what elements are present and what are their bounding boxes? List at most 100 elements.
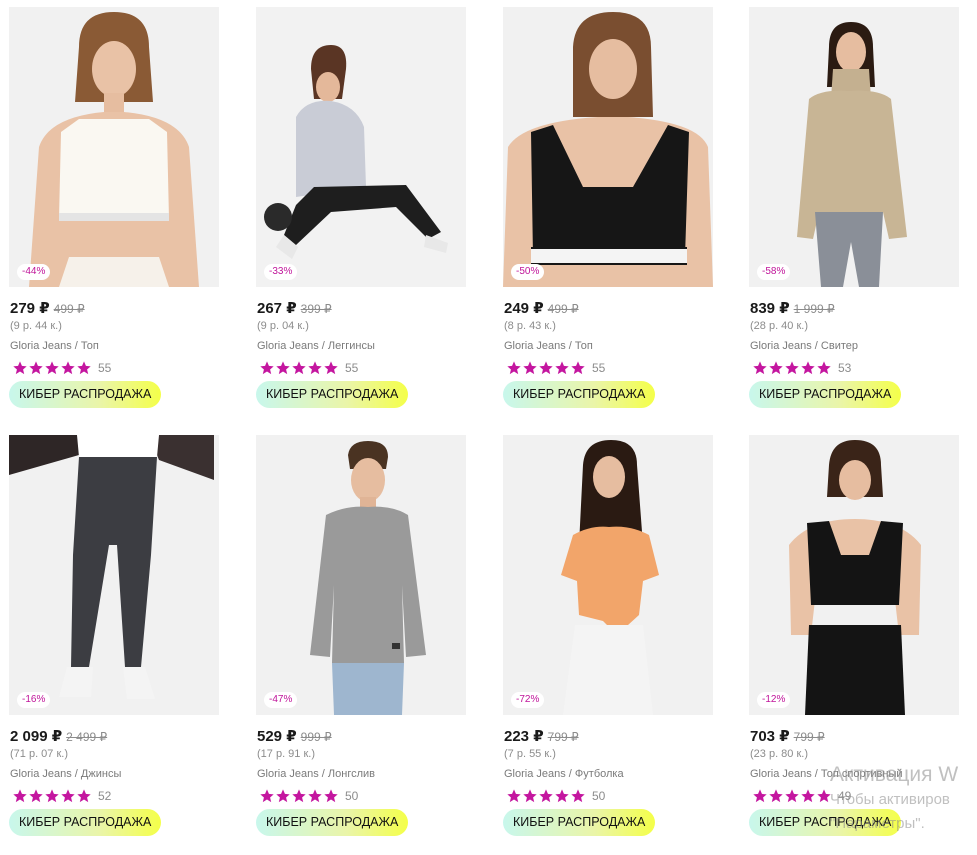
review-count: 53	[838, 361, 852, 375]
product-card[interactable]: -58% 839 ₽1 999 ₽ (28 р. 40 к.) Gloria J…	[749, 7, 963, 427]
cyber-sale-badge[interactable]: КИБЕР РАСПРОДАЖА	[9, 809, 162, 836]
star-icon	[307, 360, 323, 376]
product-card[interactable]: -72% 223 ₽799 ₽ (7 р. 55 к.) Gloria Jean…	[503, 435, 717, 855]
product-name[interactable]: Gloria Jeans / Футболка	[504, 768, 624, 780]
price-row: 223 ₽799 ₽	[504, 727, 579, 746]
star-icon	[28, 788, 44, 804]
old-price: 999 ₽	[300, 730, 332, 744]
star-icon	[76, 788, 92, 804]
product-card[interactable]: -33% 267 ₽399 ₽ (9 р. 04 к.) Gloria Jean…	[256, 7, 470, 427]
discount-badge: -44%	[17, 264, 51, 280]
star-icon	[307, 788, 323, 804]
product-image[interactable]: -12%	[749, 435, 959, 715]
star-icon	[816, 360, 832, 376]
star-icon	[816, 788, 832, 804]
product-card[interactable]: -16% 2 099 ₽2 499 ₽ (71 р. 07 к.) Gloria…	[9, 435, 223, 855]
product-image[interactable]: -16%	[9, 435, 219, 715]
price-row: 703 ₽799 ₽	[750, 727, 825, 746]
star-icon	[28, 360, 44, 376]
product-name[interactable]: Gloria Jeans / Свитер	[750, 340, 858, 352]
product-grid: -44% 279 ₽499 ₽ (9 р. 44 к.) Gloria Jean…	[0, 0, 977, 846]
product-name[interactable]: Gloria Jeans / Лонгслив	[257, 768, 375, 780]
old-price: 499 ₽	[547, 302, 579, 316]
product-photo-jeans	[9, 435, 219, 715]
product-photo-leggings	[256, 7, 466, 287]
cyber-sale-badge[interactable]: КИБЕР РАСПРОДАЖА	[749, 809, 902, 836]
discount-badge: -58%	[757, 264, 791, 280]
star-icon	[538, 788, 554, 804]
product-image[interactable]: -47%	[256, 435, 466, 715]
discount-badge: -16%	[17, 692, 51, 708]
price-row: 839 ₽1 999 ₽	[750, 299, 835, 318]
discount-badge: -33%	[264, 264, 298, 280]
product-name[interactable]: Gloria Jeans / Топ	[10, 340, 99, 352]
installment-price: (23 р. 80 к.)	[750, 748, 809, 760]
product-photo-sport-top	[749, 435, 959, 715]
price: 2 099 ₽	[10, 728, 63, 745]
installment-price: (9 р. 44 к.)	[10, 320, 62, 332]
review-count: 55	[592, 361, 606, 375]
installment-price: (28 р. 40 к.)	[750, 320, 809, 332]
star-icon	[44, 788, 60, 804]
price-row: 267 ₽399 ₽	[257, 299, 332, 318]
star-icon	[752, 788, 768, 804]
price: 279 ₽	[10, 300, 50, 317]
star-icon	[44, 360, 60, 376]
product-card[interactable]: -12% 703 ₽799 ₽ (23 р. 80 к.) Gloria Jea…	[749, 435, 963, 855]
review-count: 55	[98, 361, 112, 375]
product-image[interactable]: -50%	[503, 7, 713, 287]
discount-badge: -47%	[264, 692, 298, 708]
star-icon	[554, 788, 570, 804]
rating: 55	[259, 359, 358, 377]
product-image[interactable]: -72%	[503, 435, 713, 715]
old-price: 1 999 ₽	[793, 302, 835, 316]
star-icon	[538, 360, 554, 376]
cyber-sale-badge[interactable]: КИБЕР РАСПРОДАЖА	[503, 809, 656, 836]
product-card[interactable]: -47% 529 ₽999 ₽ (17 р. 91 к.) Gloria Jea…	[256, 435, 470, 855]
product-photo-tshirt	[503, 435, 713, 715]
cyber-sale-badge[interactable]: КИБЕР РАСПРОДАЖА	[749, 381, 902, 408]
product-card[interactable]: -44% 279 ₽499 ₽ (9 р. 44 к.) Gloria Jean…	[9, 7, 223, 427]
star-icon	[800, 360, 816, 376]
price: 839 ₽	[750, 300, 790, 317]
cyber-sale-badge[interactable]: КИБЕР РАСПРОДАЖА	[9, 381, 162, 408]
star-icon	[275, 788, 291, 804]
rating: 50	[506, 787, 605, 805]
installment-price: (9 р. 04 к.)	[257, 320, 309, 332]
product-card[interactable]: -50% 249 ₽499 ₽ (8 р. 43 к.) Gloria Jean…	[503, 7, 717, 427]
discount-badge: -12%	[757, 692, 791, 708]
star-icon	[291, 360, 307, 376]
star-icon	[12, 360, 28, 376]
discount-badge: -50%	[511, 264, 545, 280]
star-icon	[259, 360, 275, 376]
star-icon	[768, 360, 784, 376]
rating: 53	[752, 359, 851, 377]
star-icon	[752, 360, 768, 376]
product-image[interactable]: -58%	[749, 7, 959, 287]
cyber-sale-badge[interactable]: КИБЕР РАСПРОДАЖА	[503, 381, 656, 408]
review-count: 50	[592, 789, 606, 803]
price-row: 2 099 ₽2 499 ₽	[10, 727, 107, 746]
star-icon	[60, 360, 76, 376]
cyber-sale-badge[interactable]: КИБЕР РАСПРОДАЖА	[256, 809, 409, 836]
product-image[interactable]: -44%	[9, 7, 219, 287]
product-name[interactable]: Gloria Jeans / Леггинсы	[257, 340, 375, 352]
review-count: 50	[345, 789, 359, 803]
old-price: 499 ₽	[53, 302, 85, 316]
rating: 55	[12, 359, 111, 377]
product-photo-white-top	[9, 7, 219, 287]
rating: 52	[12, 787, 111, 805]
star-icon	[76, 360, 92, 376]
product-image[interactable]: -33%	[256, 7, 466, 287]
rating: 49	[752, 787, 851, 805]
installment-price: (8 р. 43 к.)	[504, 320, 556, 332]
product-name[interactable]: Gloria Jeans / Топ	[504, 340, 593, 352]
star-icon	[506, 360, 522, 376]
star-icon	[259, 788, 275, 804]
star-icon	[60, 788, 76, 804]
star-icon	[12, 788, 28, 804]
product-name[interactable]: Gloria Jeans / Топ спортивный	[750, 768, 903, 780]
cyber-sale-badge[interactable]: КИБЕР РАСПРОДАЖА	[256, 381, 409, 408]
product-name[interactable]: Gloria Jeans / Джинсы	[10, 768, 121, 780]
review-count: 49	[838, 789, 852, 803]
